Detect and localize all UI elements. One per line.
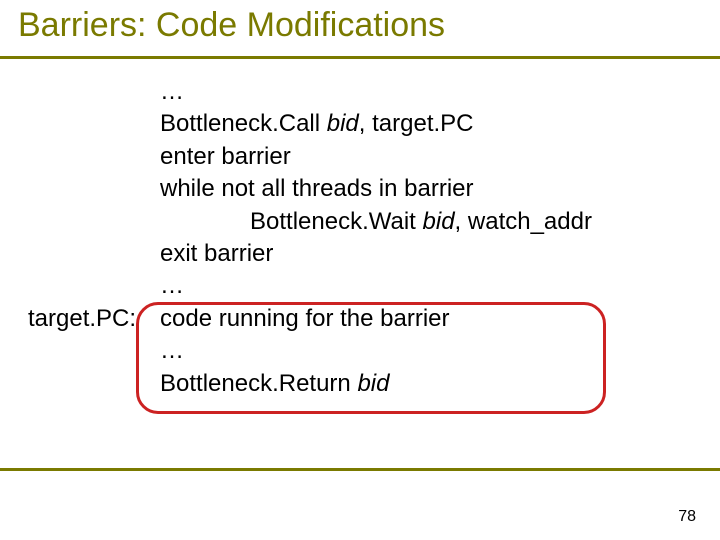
bottom-rule bbox=[0, 468, 720, 471]
enter-barrier: enter barrier bbox=[160, 141, 692, 173]
code-line: … bbox=[28, 270, 692, 302]
code-line: Bottleneck.Wait bid, watch_addr bbox=[28, 206, 692, 238]
bid-param: bid bbox=[423, 208, 455, 235]
highlight-oval bbox=[136, 302, 606, 414]
ellipsis: … bbox=[160, 76, 692, 108]
bid-param: bid bbox=[327, 110, 359, 137]
while-line: while not all threads in barrier bbox=[160, 173, 692, 205]
call-args: , target.PC bbox=[359, 110, 474, 137]
code-line: enter barrier bbox=[28, 141, 692, 173]
wait-args: , watch_addr bbox=[455, 208, 592, 235]
wait-keyword: Bottleneck.Wait bbox=[250, 208, 423, 235]
exit-barrier: exit barrier bbox=[160, 238, 692, 270]
code-line: exit barrier bbox=[28, 238, 692, 270]
code-line: while not all threads in barrier bbox=[28, 173, 692, 205]
ellipsis: … bbox=[160, 270, 692, 302]
code-line: … bbox=[28, 76, 692, 108]
call-keyword: Bottleneck.Call bbox=[160, 110, 327, 137]
page-number: 78 bbox=[678, 508, 696, 526]
code-line: Bottleneck.Call bid, target.PC bbox=[28, 108, 692, 140]
slide-title: Barriers: Code Modifications bbox=[18, 6, 445, 45]
title-rule bbox=[0, 56, 720, 59]
